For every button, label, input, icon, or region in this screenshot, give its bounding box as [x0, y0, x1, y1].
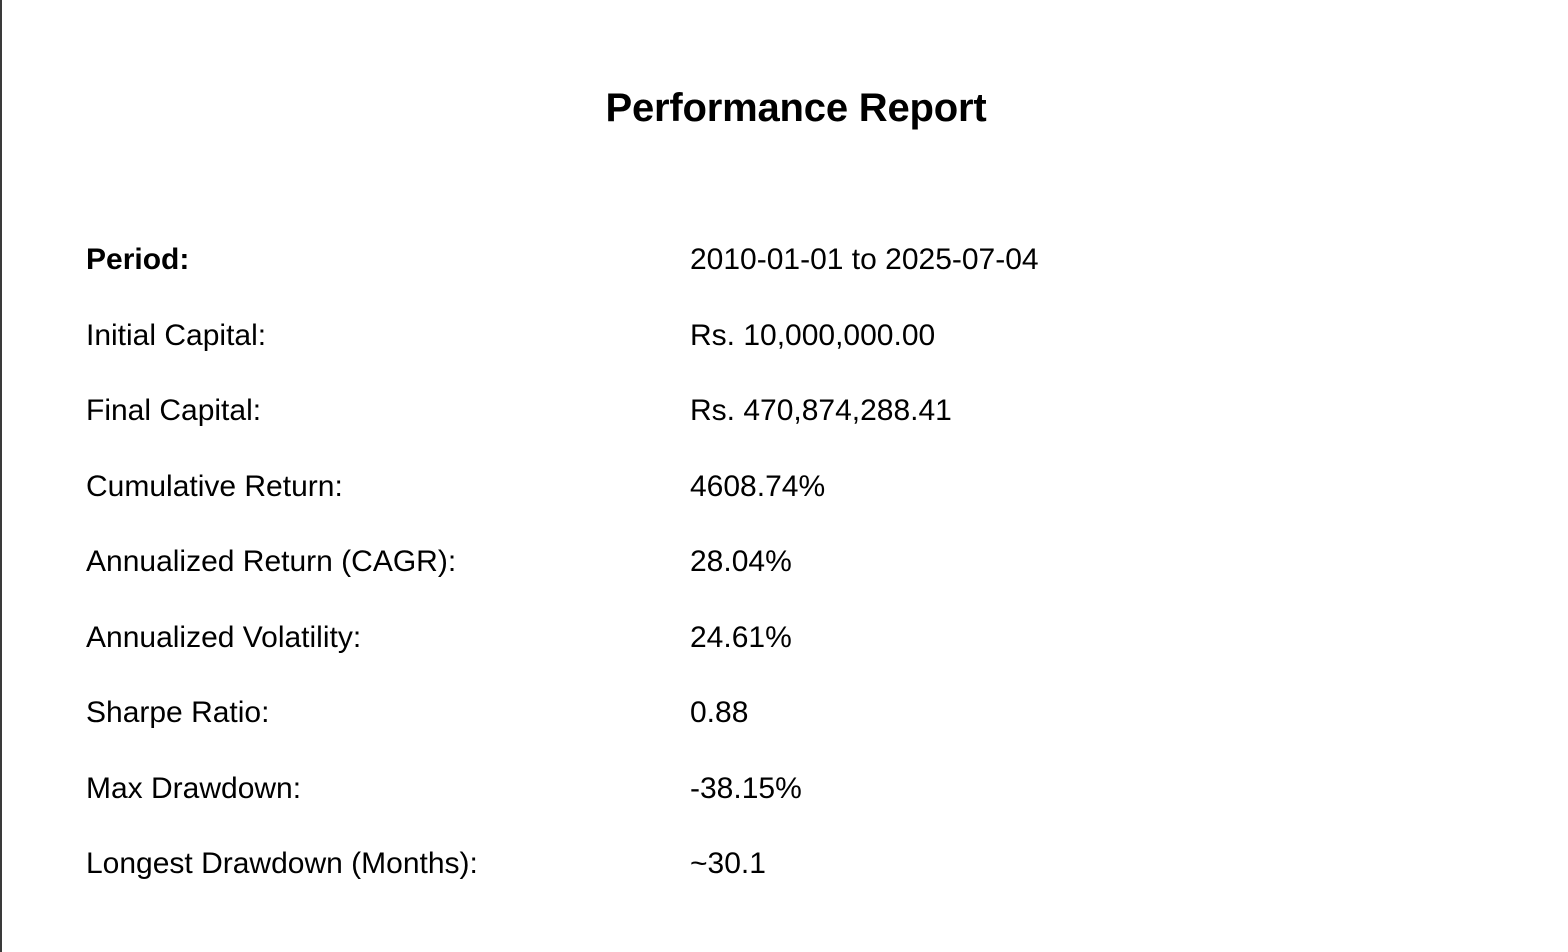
- metric-row-cumulative-return: Cumulative Return: 4608.74%: [86, 465, 1286, 541]
- metric-value: 0.88: [690, 696, 749, 729]
- page-title: Performance Report: [605, 86, 987, 130]
- report-page: Performance Report Period: 2010-01-01 to…: [0, 0, 1568, 952]
- metric-value: 2010-01-01 to 2025-07-04: [690, 243, 1039, 276]
- metric-value: 24.61%: [690, 620, 792, 654]
- metric-row-initial-capital: Initial Capital: Rs. 10,000,000.00: [86, 314, 1286, 390]
- metric-row-volatility: Annualized Volatility: 24.61%: [86, 616, 1286, 692]
- metric-label: Final Capital:: [86, 394, 262, 427]
- metric-row-sharpe-ratio: Sharpe Ratio: 0.88: [86, 691, 1286, 767]
- metric-row-longest-drawdown: Longest Drawdown (Months): ~30.1: [86, 842, 1286, 918]
- metric-value: 28.04%: [690, 545, 792, 578]
- metric-value: -38.15%: [690, 771, 802, 805]
- metric-label: Sharpe Ratio:: [86, 696, 270, 729]
- metrics-list: Period: 2010-01-01 to 2025-07-04 Initial…: [86, 238, 1286, 918]
- metric-label: Cumulative Return:: [86, 469, 343, 503]
- metric-label: Longest Drawdown (Months):: [86, 847, 478, 880]
- metric-value: 4608.74%: [690, 469, 826, 503]
- metric-label: Max Drawdown:: [86, 771, 302, 805]
- metric-label: Initial Capital:: [86, 318, 267, 352]
- metric-value: ~30.1: [690, 847, 766, 880]
- metric-label: Annualized Volatility:: [86, 620, 362, 654]
- metric-row-cagr: Annualized Return (CAGR): 28.04%: [86, 540, 1286, 616]
- metric-label: Annualized Return (CAGR):: [86, 545, 457, 578]
- metric-value: Rs. 470,874,288.41: [690, 394, 952, 427]
- metric-row-max-drawdown: Max Drawdown: -38.15%: [86, 767, 1286, 843]
- metric-row-period: Period: 2010-01-01 to 2025-07-04: [86, 238, 1286, 314]
- metric-label: Period:: [86, 243, 190, 276]
- metric-row-final-capital: Final Capital: Rs. 470,874,288.41: [86, 389, 1286, 465]
- metric-value: Rs. 10,000,000.00: [690, 318, 936, 352]
